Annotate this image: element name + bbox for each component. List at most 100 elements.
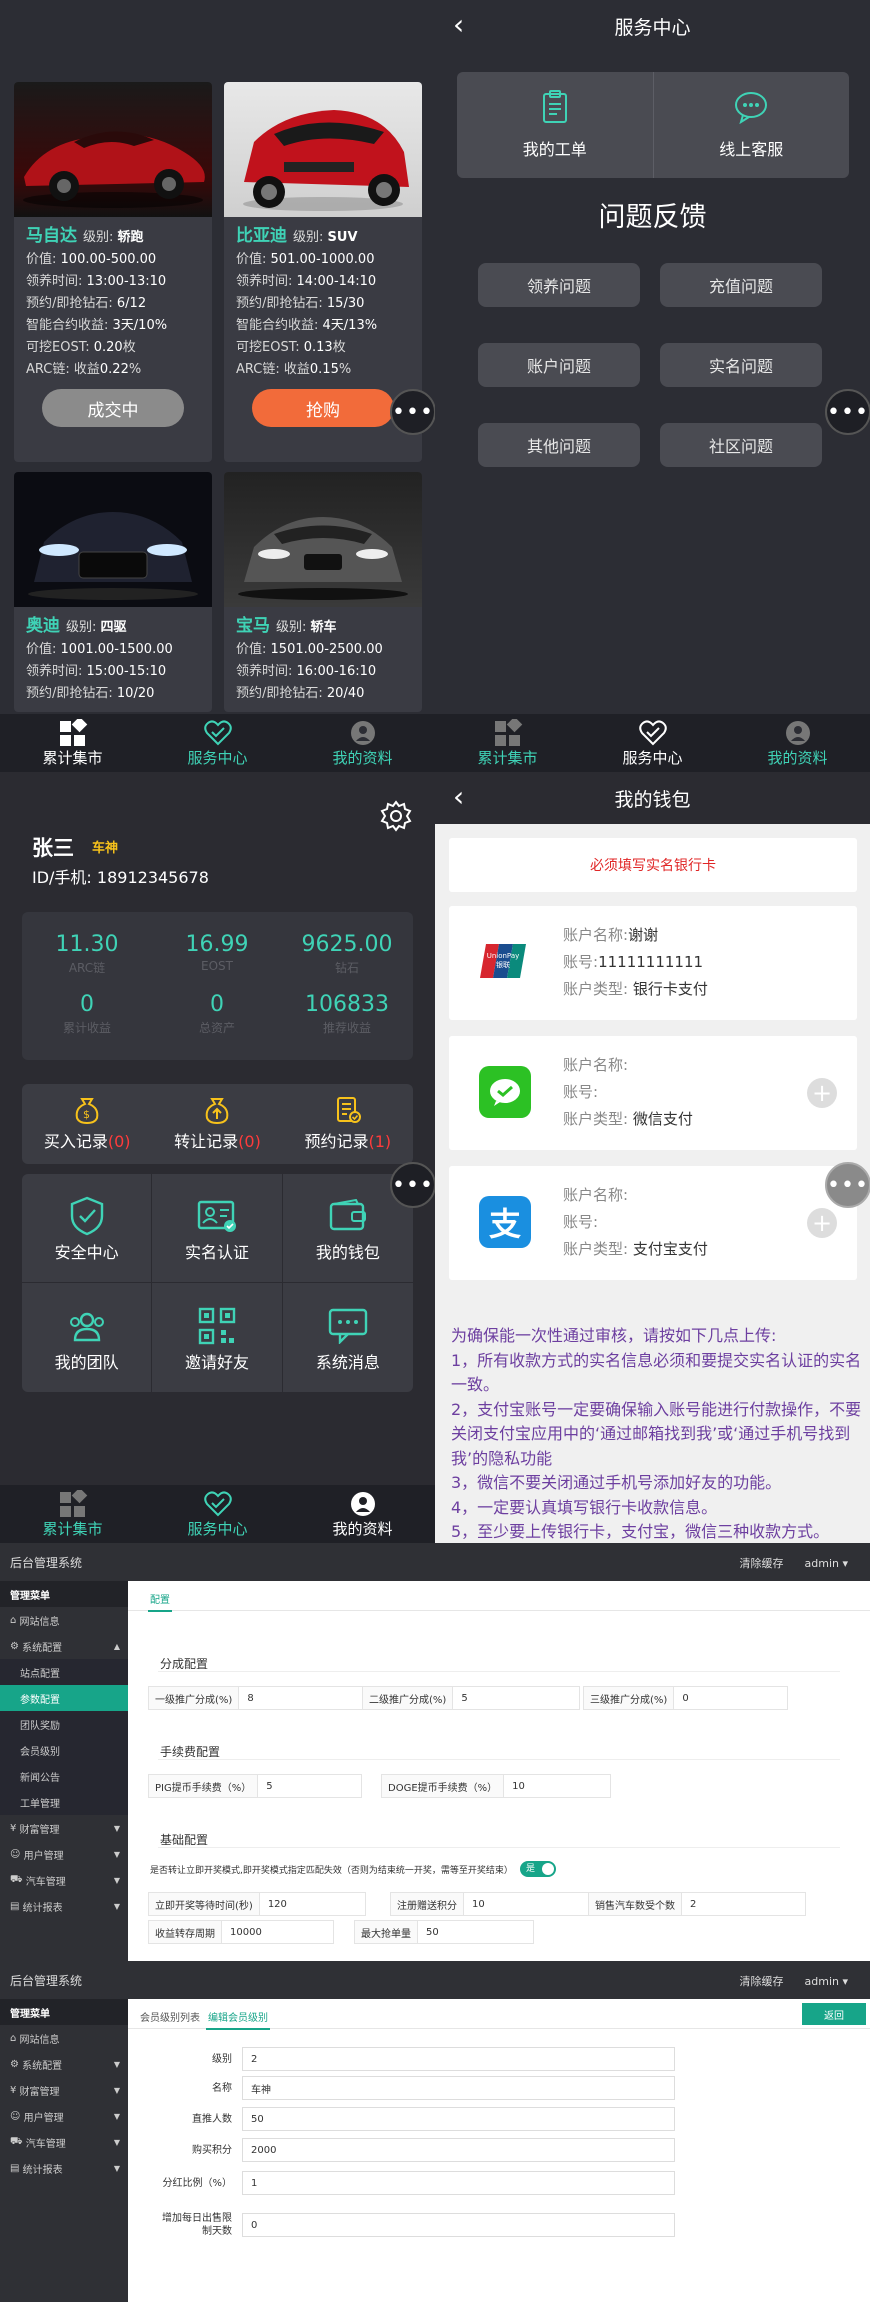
more-icon[interactable]: ••• [390,1162,435,1208]
clear-cache-link[interactable]: 清除缓存 [740,1975,784,1988]
doge-fee-field[interactable]: DOGE提币手续费（%） 10 [381,1774,611,1798]
real-name-auth-button[interactable]: 实名认证 [152,1174,283,1283]
level3-commission-field[interactable]: 三级推广分成(%) 0 [583,1686,788,1710]
chevron-down-icon: ▼ [113,2085,120,2095]
menu-member-level[interactable]: 会员级别 [0,1737,128,1763]
menu-team-reward[interactable]: 团队奖励 [0,1711,128,1737]
menu-site-config[interactable]: 站点配置 [0,1659,128,1685]
tab-market[interactable]: 累计集市 [0,714,145,772]
buy-records-button[interactable]: $ 买入记录(0) [22,1084,152,1164]
car-name: 马自达 [26,226,77,246]
back-icon[interactable]: ‹ [453,780,464,813]
issue-button[interactable]: 领养问题 [478,263,640,307]
menu-news[interactable]: 新闻公告 [0,1763,128,1789]
transfer-records-button[interactable]: 转让记录(0) [152,1084,282,1164]
menu-stats[interactable]: ▤ 统计报表 ▼ [0,2155,128,2181]
tab-config[interactable]: 配置 [148,1587,172,1612]
menu-wealth[interactable]: ¥ 财富管理 ▼ [0,1815,128,1841]
car-card-bmw[interactable]: 宝马 级别: 轿车 价值: 1501.00-2500.00 领养时间: 16:00… [224,472,422,712]
tab-market[interactable]: 累计集市 [0,1485,145,1543]
menu-stats[interactable]: ▤ 统计报表 ▼ [0,1893,128,1919]
tab-profile[interactable]: 我的资料 [290,714,435,772]
tab-service[interactable]: 服务中心 [580,714,725,772]
direct-referrals-input[interactable]: 50 [242,2107,675,2131]
issue-button[interactable]: 社区问题 [660,423,822,467]
name-input[interactable]: 车神 [242,2076,675,2100]
menu-users[interactable]: ☺ 用户管理 ▼ [0,1841,128,1867]
car-card-audi[interactable]: 奥迪 级别: 四驱 价值: 1001.00-1500.00 领养时间: 15:00… [14,472,212,712]
menu-site-info[interactable]: ⌂ 网站信息 [0,2025,128,2051]
settings-icon[interactable] [380,800,412,836]
level-input[interactable]: 2 [242,2047,675,2071]
page-title: 我的钱包 [614,788,691,811]
back-icon[interactable]: ‹ [453,8,464,41]
tab-service[interactable]: 服务中心 [145,714,290,772]
wechat-logo [479,1066,531,1118]
wallet-icon [328,1193,368,1239]
wait-time-field[interactable]: 立即开奖等待时间(秒) 120 [148,1892,366,1916]
more-icon[interactable]: ••• [825,389,870,435]
dividend-ratio-input[interactable]: 1 [242,2171,675,2195]
security-center-button[interactable]: 安全中心 [22,1174,153,1283]
bank-card-entry[interactable]: UnionPay 银联 账户名称:谢谢 账号:11111111111 账户类型:… [449,906,857,1020]
user-id: ID/手机: 18912345678 [32,868,209,887]
more-icon[interactable]: ••• [390,389,435,435]
menu-system-config[interactable]: ⚙ 系统配置 ▲ [0,1633,128,1659]
admin-user-menu[interactable]: admin [805,1975,839,1988]
add-icon[interactable]: + [807,1078,837,1108]
issue-button[interactable]: 账户问题 [478,343,640,387]
menu-wealth[interactable]: ¥ 财富管理 ▼ [0,2077,128,2103]
issue-button[interactable]: 实名问题 [660,343,822,387]
tab-profile[interactable]: 我的资料 [725,714,870,772]
tab-bar: 累计集市 服务中心 我的资料 [435,714,870,772]
user-icon [785,719,811,747]
daily-limit-days-input[interactable]: 0 [242,2213,675,2237]
more-icon[interactable]: ••• [825,1162,870,1208]
tab-edit-level[interactable]: 编辑会员级别 [206,2005,270,2030]
level2-commission-field[interactable]: 二级推广分成(%) 5 [362,1686,580,1710]
heart-icon [203,719,232,747]
menu-system-config[interactable]: ⚙ 系统配置 ▼ [0,2051,128,2077]
menu-cars[interactable]: ⛟ 汽车管理 ▼ [0,1867,128,1893]
my-orders-button[interactable]: 我的工单 [457,72,653,178]
register-bonus-field[interactable]: 注册赠送积分 10 [390,1892,608,1916]
tab-profile[interactable]: 我的资料 [290,1485,435,1543]
booking-records-button[interactable]: 预约记录(1) [283,1084,413,1164]
menu-cars[interactable]: ⛟ 汽车管理 ▼ [0,2129,128,2155]
max-orders-field[interactable]: 最大抢单量 50 [354,1920,534,1944]
online-service-button[interactable]: 线上客服 [652,72,850,178]
level1-commission-field[interactable]: 一级推广分成(%) 8 [148,1686,366,1710]
tab-service[interactable]: 服务中心 [145,1485,290,1543]
back-button[interactable]: 返回 [802,2003,866,2025]
menu-site-info[interactable]: ⌂ 网站信息 [0,1607,128,1633]
admin-user-menu[interactable]: admin [805,1557,839,1570]
car-card-mazda[interactable]: 马自达 级别: 轿跑 价值: 100.00-500.00 领养时间: 13:00-… [14,82,212,462]
car-sales-field[interactable]: 销售汽车数受个数 2 [588,1892,806,1916]
alipay-entry[interactable]: 支 账户名称: 账号: 账户类型: 支付宝支付 + [449,1166,857,1280]
instant-draw-switch[interactable]: 是 [520,1861,556,1877]
issue-button[interactable]: 其他问题 [478,423,640,467]
buy-button[interactable]: 抢购 [252,389,394,427]
stat-total-income: 0 累计收益 [62,992,111,1035]
menu-param-config[interactable]: 参数配置 [0,1685,128,1711]
invite-friends-button[interactable]: 邀请好友 [152,1283,283,1392]
menu-users[interactable]: ☺ 用户管理 ▼ [0,2103,128,2129]
chat-icon [733,90,769,128]
wechat-entry[interactable]: 账户名称: 账号: 账户类型: 微信支付 + [449,1036,857,1150]
tab-market[interactable]: 累计集市 [435,714,580,772]
my-team-button[interactable]: 我的团队 [22,1283,153,1392]
menu-header: 管理菜单 [0,1999,128,2025]
trading-button[interactable]: 成交中 [42,389,184,427]
clear-cache-link[interactable]: 清除缓存 [740,1557,784,1570]
tab-level-list[interactable]: 会员级别列表 [140,2009,200,2024]
stat-total-assets: 0 总资产 [198,992,235,1035]
car-image [14,472,212,607]
car-name: 宝马 [236,616,270,636]
menu-tickets[interactable]: 工单管理 [0,1789,128,1815]
add-icon[interactable]: + [807,1208,837,1238]
system-messages-button[interactable]: 系统消息 [283,1283,413,1392]
pig-fee-field[interactable]: PIG提币手续费（%） 5 [148,1774,362,1798]
issue-button[interactable]: 充值问题 [660,263,822,307]
income-cycle-field[interactable]: 收益转存周期 10000 [148,1920,334,1944]
purchase-points-input[interactable]: 2000 [242,2138,675,2162]
